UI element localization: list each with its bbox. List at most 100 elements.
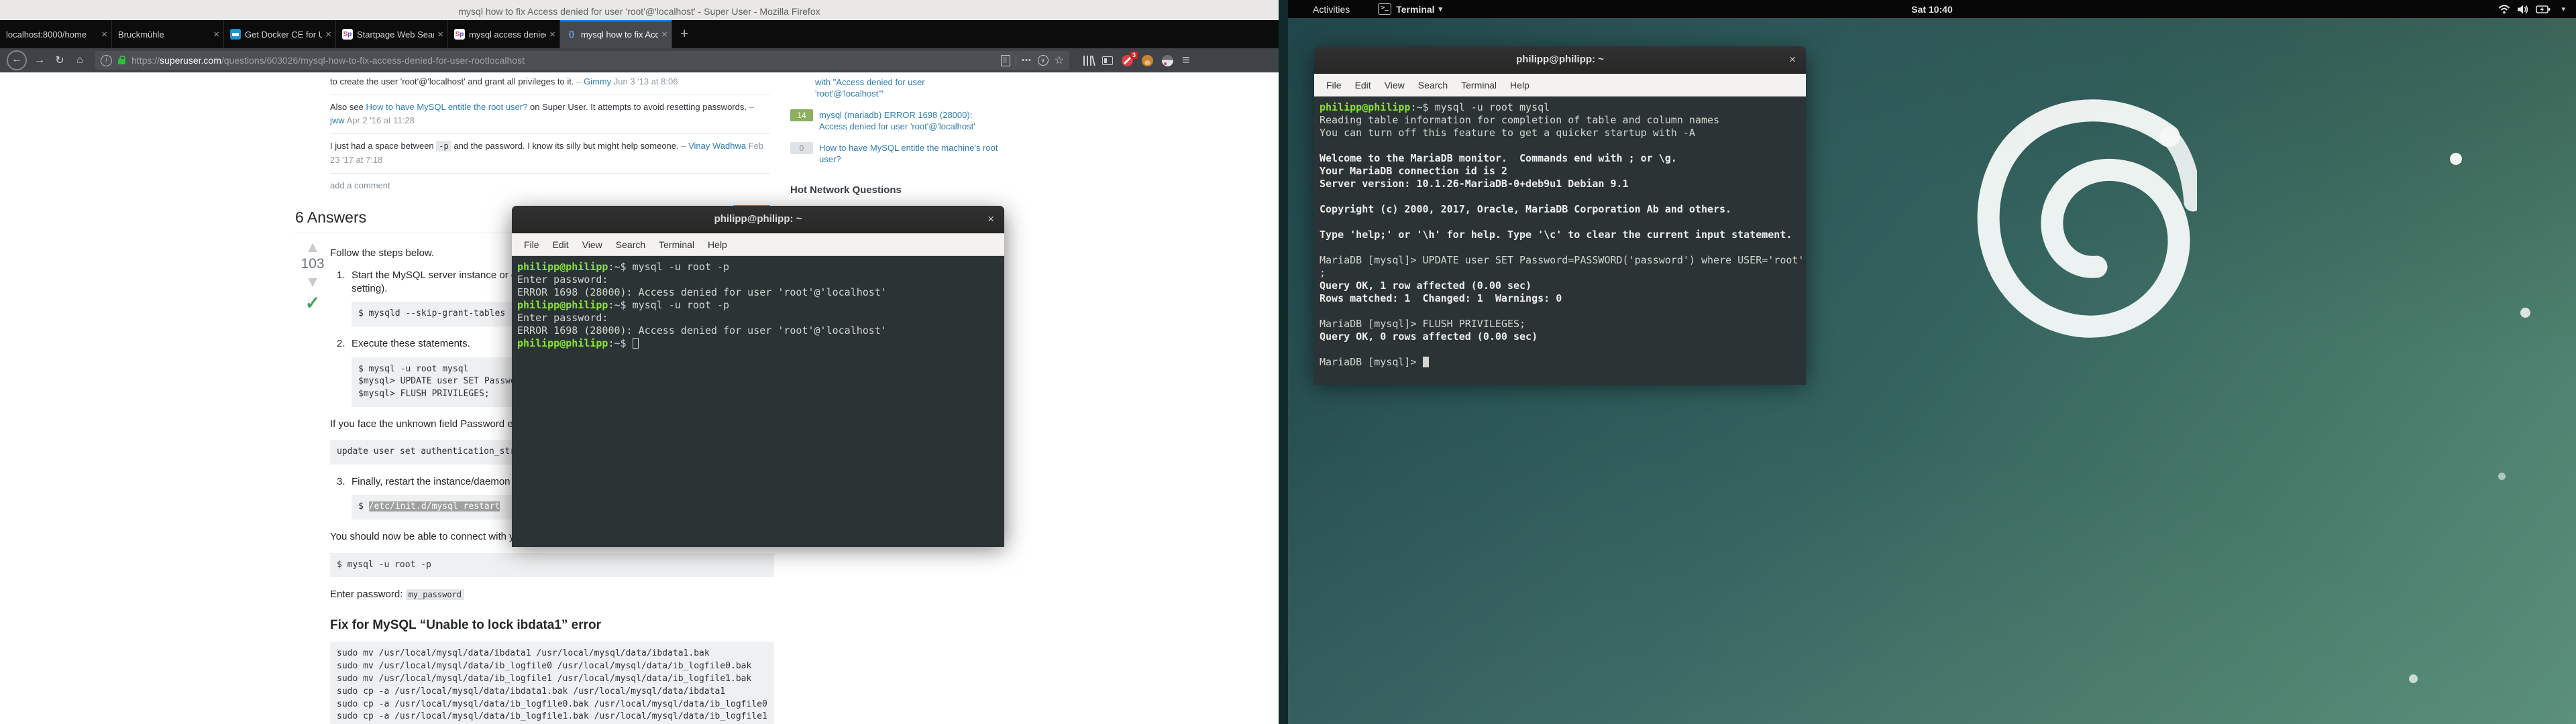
terminal-output[interactable]: philipp@philipp:~$ mysql -u root mysqlRe… [1314,97,1806,385]
focused-app-menu[interactable]: >_ Terminal ▾ [1378,3,1442,15]
terminal-menu-item[interactable]: File [1320,80,1348,90]
linked-question-partial[interactable]: with "Access denied for user 'root'@'loc… [815,76,1000,99]
menu-hamburger-icon[interactable]: ≡ [1182,56,1190,66]
terminal-line: Enter password: [517,312,1004,324]
back-button[interactable]: ← [7,50,27,70]
tab-localhost-home[interactable]: localhost:8000/home × [0,20,112,48]
terminal-line [1320,241,1806,254]
bookmark-star-icon[interactable]: ☆ [1055,54,1064,67]
comment-author-link[interactable]: Gimmy [584,76,611,86]
terminal-menu-item[interactable]: View [1378,80,1411,90]
chevron-down-icon: ▾ [1439,5,1443,13]
fix-heading: Fix for MySQL “Unable to lock ibdata1” e… [330,617,774,634]
tab-startpage[interactable]: Sp Startpage Web Search × [336,20,448,48]
startpage-favicon: Sp [454,29,465,40]
wallpaper-wave [1288,349,2576,724]
tab-label: Startpage Web Search [357,29,434,40]
comment-text: Also see [330,102,366,112]
terminal-line: MariaDB [mysql]> FLUSH PRIVILEGES; [1320,318,1806,330]
terminal-menu-item[interactable]: Edit [546,239,576,250]
firefox-window: mysql how to fix Access denied for user … [0,0,1279,724]
comment-date: Apr 2 '16 at 11:28 [347,115,415,125]
comment-date: Jun 3 '13 at 8:06 [614,76,678,86]
terminal-line [1320,190,1806,203]
answers-count-heading: 6 Answers [295,208,366,227]
comment-list: to create the user 'root'@'localhost' an… [330,72,770,174]
https-padlock-icon[interactable] [118,59,125,64]
terminal-line [1320,305,1806,318]
terminal-window-right[interactable]: philipp@philipp: ~ × FileEditViewSearchT… [1314,46,1806,379]
downvote-arrow[interactable]: ▼ [295,275,330,289]
reload-button[interactable]: ↻ [50,54,70,67]
linked-question-link[interactable]: How to have MySQL entitle the machine's … [819,142,1000,165]
selected-text: /etc/init.d/mysql restart [369,501,500,511]
terminal-menu-item[interactable]: Help [1503,80,1536,90]
tab-mysql-how-to-fix-active[interactable]: {} mysql how to fix Access d × [560,20,672,48]
library-icon[interactable] [1083,56,1093,66]
tab-docker[interactable]: Get Docker CE for Ubuntu × [224,20,336,48]
activities-button[interactable]: Activities [1313,4,1350,15]
upvote-arrow[interactable]: ▲ [295,240,330,254]
terminal-menu-item[interactable]: View [576,239,609,250]
system-tray[interactable]: ▾ [2498,4,2565,15]
close-icon[interactable]: × [987,206,994,233]
terminal-menu-item[interactable]: Terminal [652,239,701,250]
docker-favicon [230,29,241,40]
firefox-titlebar[interactable]: mysql how to fix Access denied for user … [0,0,1279,20]
wifi-icon [2498,4,2510,15]
comment-link[interactable]: How to have MySQL entitle the root user? [366,102,527,112]
close-icon[interactable]: × [1789,46,1796,73]
tab-bruckmuehle[interactable]: Bruckmühle × [112,20,224,48]
comment-author-link[interactable]: jww [330,115,345,125]
reader-mode-icon[interactable] [1001,55,1010,66]
tab-mysql-access-denied[interactable]: Sp mysql access denied for u × [448,20,560,48]
terminal-line: ; [1320,267,1806,280]
linked-question-link[interactable]: mysql (mariadb) ERROR 1698 (28000): Acce… [819,109,1000,132]
terminal-titlebar[interactable]: philipp@philipp: ~ × [1314,46,1806,74]
linked-votes-badge: 14 [790,109,813,121]
page-info-icon[interactable]: i [101,55,112,66]
terminal-menu-item[interactable]: Search [1411,80,1454,90]
sidebar-toggle-icon[interactable] [1102,56,1113,65]
tab-close-icon[interactable]: × [661,29,667,40]
terminal-menu-item[interactable]: Edit [1348,80,1378,90]
debian-swirl-logo [1955,94,2197,396]
adblocker-badge: 3 [1130,52,1138,60]
forward-button[interactable]: → [30,54,50,66]
page-actions-icon[interactable]: ••• [1022,56,1032,64]
tab-close-icon[interactable]: × [437,29,443,40]
terminal-menu-item[interactable]: Help [701,239,734,250]
url-input[interactable]: i https://superuser.com/questions/603026… [95,51,1069,70]
comment-author-link[interactable]: Vinay Wadhwa [688,141,746,151]
terminal-output[interactable]: philipp@philipp:~$ mysql -u root -pEnter… [512,256,1004,547]
linked-question[interactable]: 0 How to have MySQL entitle the machine'… [790,142,1000,165]
terminal-titlebar[interactable]: philipp@philipp: ~ × [512,206,1004,233]
pocket-icon[interactable]: ∨ [1038,55,1049,66]
code-block-ibdata-fix: sudo mv /usr/local/mysql/data/ibdata1 /u… [330,642,774,724]
tab-close-icon[interactable]: × [325,29,331,40]
tab-label: Get Docker CE for Ubuntu [245,29,322,40]
clock[interactable]: Sat 10:40 [1911,4,1952,15]
terminal-menu-item[interactable]: Terminal [1454,80,1503,90]
terminal-window-left[interactable]: philipp@philipp: ~ × FileEditViewSearchT… [512,206,1004,542]
comment-text: I just had a space between [330,141,436,151]
privacy-badger-icon[interactable] [1162,55,1173,66]
tab-label: mysql how to fix Access d [581,29,658,40]
accepted-check-icon: ✓ [295,293,330,314]
terminal-menu-item[interactable]: Search [609,239,652,250]
linked-question[interactable]: 14 mysql (mariadb) ERROR 1698 (28000): A… [790,109,1000,132]
vote-count: 103 [295,256,330,272]
terminal-menu-item[interactable]: File [517,239,546,250]
tampermonkey-icon[interactable] [1142,55,1153,66]
tab-close-icon[interactable]: × [549,29,555,40]
tab-close-icon[interactable]: × [101,29,107,40]
terminal-line: Server version: 10.1.26-MariaDB-0+deb9u1… [1320,178,1806,190]
linked-votes-badge: 0 [790,142,813,154]
adblocker-icon[interactable]: 3 [1122,55,1133,66]
page-sidebar: with "Access denied for user 'root'@'loc… [790,72,1000,217]
new-tab-button[interactable]: + [672,26,696,42]
home-button[interactable]: ⌂ [70,54,90,66]
tab-label: Bruckmühle [118,29,210,40]
add-comment-link[interactable]: add a comment [330,180,770,190]
tab-close-icon[interactable]: × [213,29,219,40]
